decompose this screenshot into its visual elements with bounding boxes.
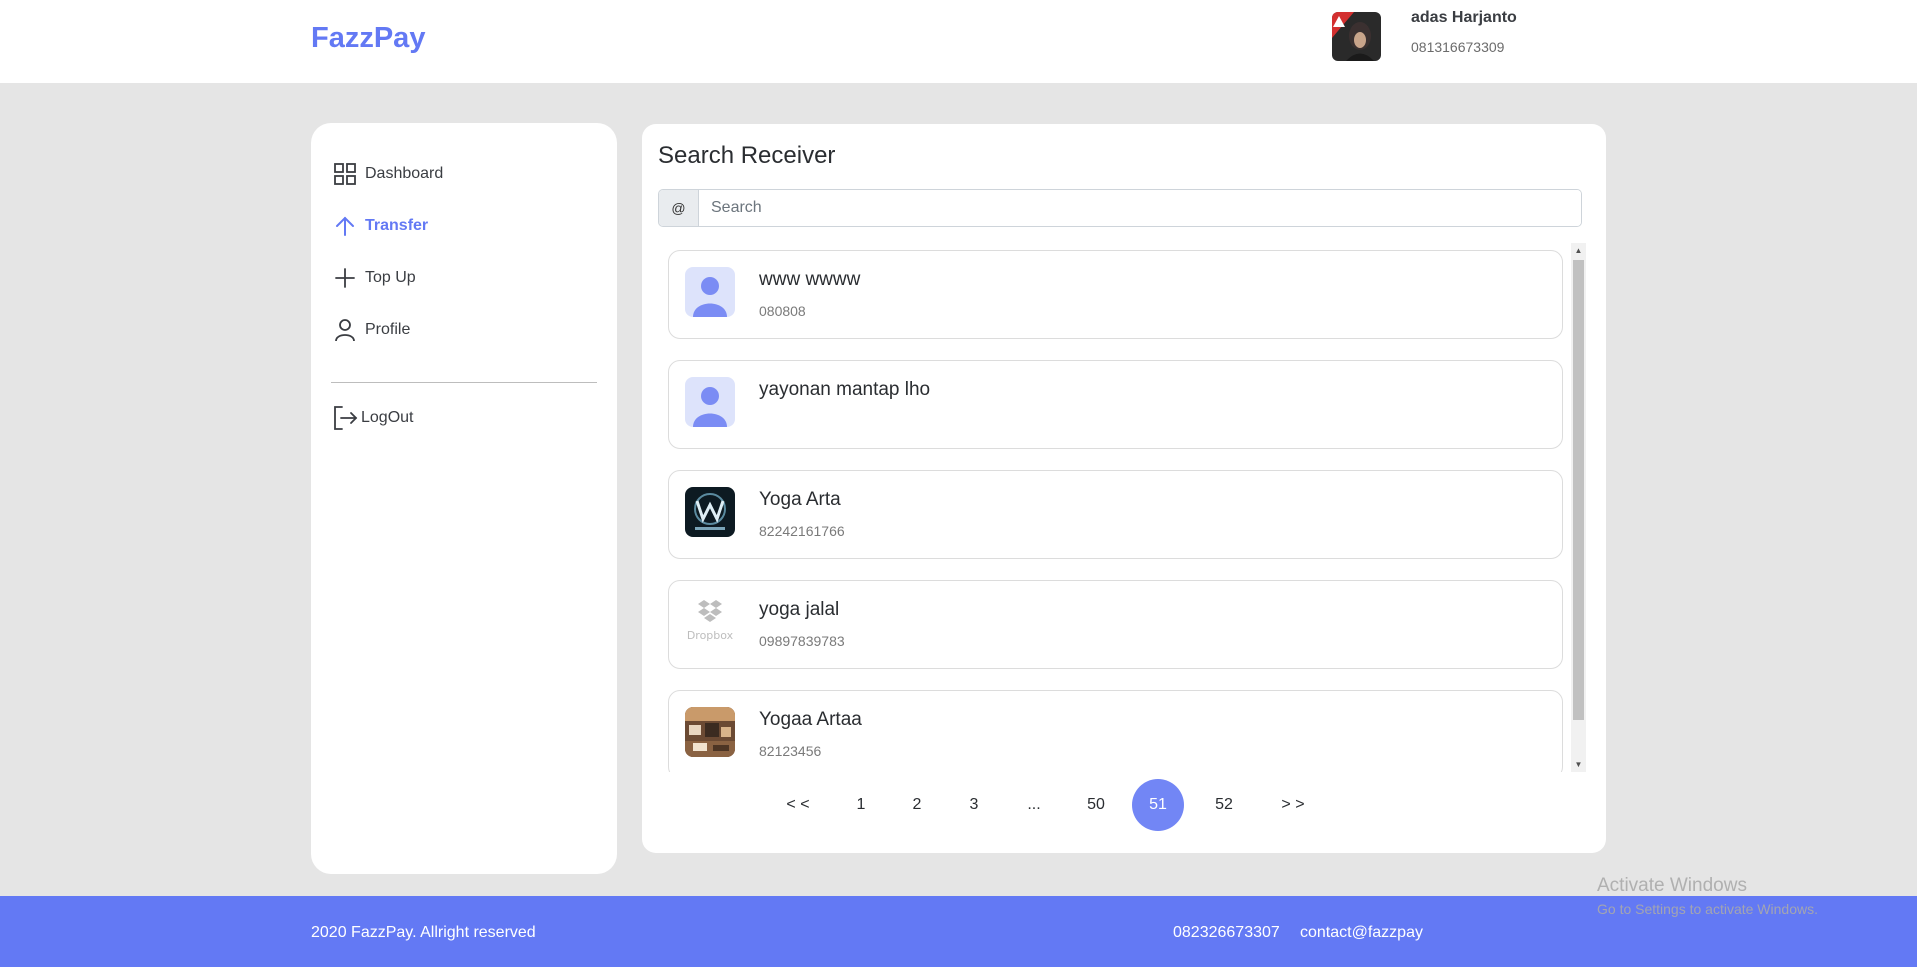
page-button-1[interactable]: 1 (835, 779, 887, 831)
receiver-name: Yoga Arta (759, 489, 841, 510)
default-avatar-icon (685, 377, 735, 427)
receiver-card[interactable]: Dropbox yoga jalal 09897839783 (668, 580, 1563, 669)
receiver-phone: 82242161766 (759, 523, 845, 539)
receiver-phone: 080808 (759, 303, 806, 319)
receiver-name: yoga jalal (759, 599, 840, 620)
pagination: < < 1 2 3 ... 50 51 52 > > (642, 779, 1606, 831)
receiver-list[interactable]: www wwww 080808 yayonan mantap lho Yoga … (658, 243, 1586, 772)
receiver-card[interactable]: www wwww 080808 (668, 250, 1563, 339)
receiver-card[interactable]: Yogaa Artaa 82123456 (668, 690, 1563, 772)
svg-text:Dropbox: Dropbox (687, 629, 734, 642)
user-phone: 081316673309 (1411, 39, 1505, 55)
footer-phone: 082326673307 (1173, 924, 1280, 941)
receiver-card[interactable]: yayonan mantap lho (668, 360, 1563, 449)
footer-copyright: 2020 FazzPay. Allright reserved (311, 924, 536, 941)
search-input[interactable] (699, 190, 1581, 226)
brand-logo[interactable]: FazzPay (311, 22, 425, 55)
receiver-card[interactable]: Yoga Arta 82242161766 (668, 470, 1563, 559)
page-button-51-current[interactable]: 51 (1132, 779, 1184, 831)
watermark-subtitle: Go to Settings to activate Windows. (1597, 901, 1818, 917)
user-name: adas Harjanto (1411, 9, 1517, 26)
user-avatar[interactable] (1332, 12, 1381, 61)
page-button-3[interactable]: 3 (948, 779, 1000, 831)
westworld-logo-icon (685, 487, 735, 537)
receiver-phone: 82123456 (759, 743, 822, 759)
receiver-name: www wwww (759, 269, 861, 290)
sidebar-item-label: Profile (365, 321, 411, 338)
page-button-2[interactable]: 2 (891, 779, 943, 831)
photo-avatar-icon (685, 707, 735, 757)
scroll-down-arrow-icon[interactable]: ▼ (1571, 757, 1586, 772)
logout-button[interactable]: LogOut (332, 403, 413, 433)
receiver-name: Yogaa Artaa (759, 709, 862, 730)
list-scrollbar[interactable]: ▲ ▼ (1571, 243, 1586, 772)
footer-email[interactable]: contact@fazzpay (1300, 924, 1423, 942)
plus-icon (332, 265, 358, 291)
search-receiver-panel: Search Receiver @ www wwww 080808 (642, 124, 1606, 853)
scroll-thumb[interactable] (1573, 260, 1584, 720)
activate-windows-watermark: Activate Windows Go to Settings to activ… (1597, 875, 1818, 917)
dropbox-logo-icon: Dropbox (685, 597, 735, 647)
page-ellipsis: ... (1027, 796, 1041, 813)
sidebar-item-label: Dashboard (365, 165, 444, 182)
at-sign-prefix: @ (659, 190, 699, 226)
sidebar-item-transfer[interactable]: Transfer (332, 211, 428, 241)
sidebar-item-profile[interactable]: Profile (332, 315, 410, 345)
top-header: FazzPay adas Harjanto 081316673309 (0, 0, 1917, 83)
receiver-phone: 09897839783 (759, 633, 845, 649)
sidebar-item-topup[interactable]: Top Up (332, 263, 416, 293)
watermark-title: Activate Windows (1597, 875, 1747, 896)
page-prev-button[interactable]: < < (772, 779, 824, 831)
grid-icon (332, 161, 358, 187)
receiver-name: yayonan mantap lho (759, 379, 931, 400)
arrow-up-icon (332, 213, 358, 239)
logout-icon (332, 405, 358, 431)
page-next-button[interactable]: > > (1267, 779, 1319, 831)
page-button-52[interactable]: 52 (1198, 779, 1250, 831)
sidebar-item-label: Transfer (365, 217, 429, 234)
page-title: Search Receiver (658, 142, 836, 169)
sidebar-item-dashboard[interactable]: Dashboard (332, 159, 443, 189)
logout-label: LogOut (361, 409, 414, 426)
sidebar-item-label: Top Up (365, 269, 416, 286)
user-icon (332, 317, 358, 343)
default-avatar-icon (685, 267, 735, 317)
sidebar-divider (331, 382, 597, 383)
sidebar: Dashboard Transfer Top Up Profile LogOut (311, 123, 617, 874)
scroll-up-arrow-icon[interactable]: ▲ (1571, 243, 1586, 258)
search-group: @ (658, 189, 1582, 227)
page-button-50[interactable]: 50 (1070, 779, 1122, 831)
